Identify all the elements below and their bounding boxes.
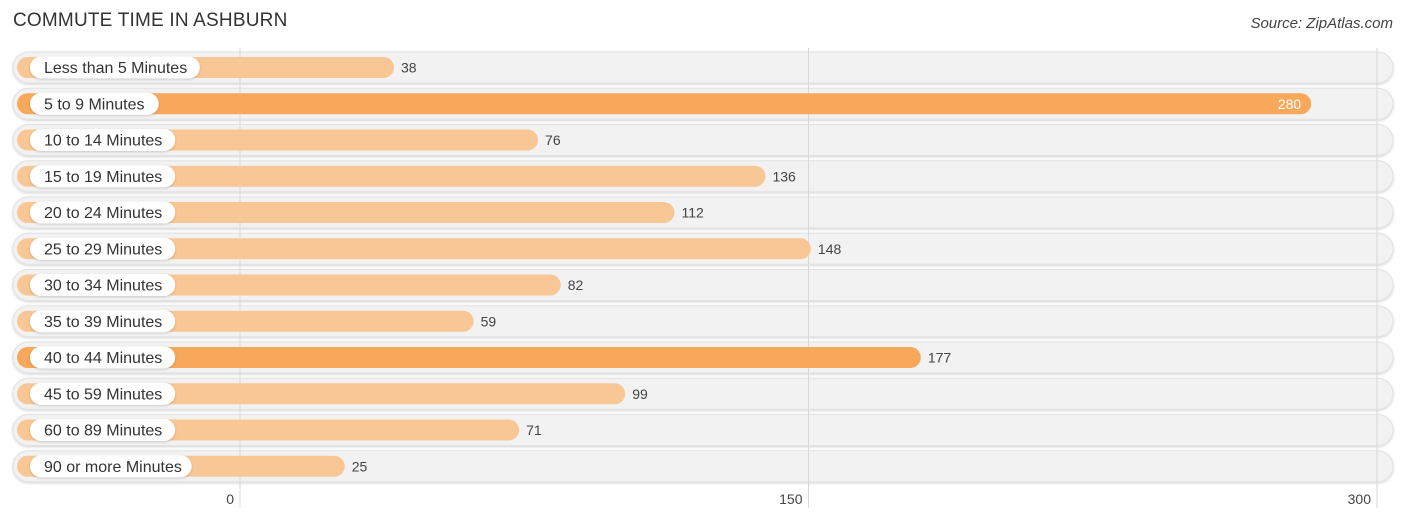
category-label: 45 to 59 Minutes bbox=[44, 386, 162, 403]
category-label: 5 to 9 Minutes bbox=[44, 96, 145, 113]
category-label: 35 to 39 Minutes bbox=[44, 314, 162, 331]
value-label: 82 bbox=[568, 277, 584, 293]
category-label: 15 to 19 Minutes bbox=[44, 169, 162, 186]
category-label: 10 to 14 Minutes bbox=[44, 133, 162, 150]
x-tick-label: 150 bbox=[779, 491, 803, 507]
category-label: 60 to 89 Minutes bbox=[44, 423, 162, 440]
x-tick-label: 0 bbox=[226, 491, 234, 507]
value-label: 112 bbox=[681, 205, 704, 221]
bar-chart: Less than 5 Minutes 38 5 to 9 Minutes 280 10… bbox=[12, 48, 1394, 508]
category-label: 40 to 44 Minutes bbox=[44, 350, 162, 367]
category-label: 25 to 29 Minutes bbox=[44, 241, 162, 258]
bar bbox=[17, 93, 1312, 115]
value-label: 280 bbox=[1278, 96, 1302, 112]
value-label: 38 bbox=[401, 60, 417, 76]
x-tick-label: 300 bbox=[1348, 491, 1372, 507]
value-label: 148 bbox=[818, 241, 842, 257]
value-label: 25 bbox=[352, 458, 368, 474]
category-label: 90 or more Minutes bbox=[44, 459, 182, 476]
value-label: 76 bbox=[545, 132, 561, 148]
category-label: 30 to 34 Minutes bbox=[44, 278, 162, 295]
value-label: 71 bbox=[526, 422, 542, 438]
category-label: Less than 5 Minutes bbox=[44, 60, 187, 77]
value-label: 136 bbox=[772, 168, 796, 184]
value-label: 59 bbox=[481, 313, 497, 329]
category-label: 20 to 24 Minutes bbox=[44, 205, 162, 222]
value-label: 99 bbox=[632, 386, 648, 402]
value-label: 177 bbox=[928, 350, 952, 366]
